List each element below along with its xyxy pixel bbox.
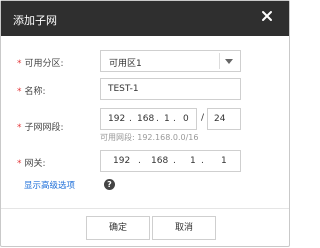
octet-dot: . — [129, 114, 132, 124]
segment-octet-1[interactable]: 192 — [108, 114, 125, 124]
required-star: * — [17, 123, 22, 133]
segment-ip-input[interactable]: 192 . 168 . 1 . 0 — [100, 108, 197, 130]
show-advanced-link[interactable]: 显示高级选项 — [24, 179, 75, 191]
zone-select-value: 可用区1 — [109, 59, 142, 69]
segment-octet-2[interactable]: 168 — [137, 114, 154, 124]
name-input-value: TEST-1 — [108, 84, 139, 94]
required-star: * — [17, 159, 22, 169]
gateway-label: * 网关: — [17, 156, 46, 169]
gateway-octet-4[interactable]: 1 — [221, 156, 227, 166]
name-label: * 名称: — [17, 84, 46, 97]
segment-label: * 子网网段: — [17, 120, 64, 133]
gateway-octet-3[interactable]: 1 — [190, 156, 196, 166]
octet-dot: . — [156, 114, 159, 124]
zone-label-text: 可用分区: — [24, 59, 64, 69]
segment-label-text: 子网网段: — [24, 123, 64, 133]
dialog-footer: 确定 取消 — [1, 208, 289, 246]
mask-separator: / — [201, 113, 205, 123]
octet-dot: . — [173, 156, 176, 166]
mask-input[interactable]: 24 — [207, 108, 241, 130]
dialog-titlebar: 添加子网 — [1, 1, 289, 36]
mask-input-value: 24 — [214, 114, 226, 124]
cancel-button[interactable]: 取消 — [152, 216, 216, 240]
octet-dot: . — [173, 114, 176, 124]
name-input[interactable]: TEST-1 — [100, 78, 241, 100]
zone-select[interactable]: 可用区1 — [100, 50, 241, 72]
segment-octet-4[interactable]: 0 — [183, 114, 189, 124]
segment-hint: 可用网段: 192.168.0.0/16 — [100, 133, 199, 142]
required-star: * — [17, 87, 22, 97]
gateway-octet-1[interactable]: 192 — [113, 156, 130, 166]
zone-label: * 可用分区: — [17, 56, 64, 69]
chevron-down-icon[interactable] — [225, 59, 233, 64]
required-star: * — [17, 59, 22, 69]
select-divider — [219, 53, 220, 69]
confirm-button[interactable]: 确定 — [86, 216, 150, 240]
help-icon[interactable]: ? — [104, 179, 115, 190]
gateway-ip-input[interactable]: 192 . 168 . 1 . 1 — [100, 150, 241, 172]
close-icon[interactable] — [259, 8, 275, 24]
gateway-octet-2[interactable]: 168 — [151, 156, 168, 166]
name-label-text: 名称: — [24, 87, 46, 97]
segment-octet-3[interactable]: 1 — [164, 114, 170, 124]
add-subnet-dialog: 添加子网 * 可用分区: 可用区1 * 名称: TEST-1 * 子网网段: 192 … — [0, 0, 290, 247]
octet-dot: . — [138, 156, 141, 166]
gateway-label-text: 网关: — [24, 159, 46, 169]
octet-dot: . — [201, 156, 204, 166]
dialog-title: 添加子网 — [13, 14, 57, 27]
